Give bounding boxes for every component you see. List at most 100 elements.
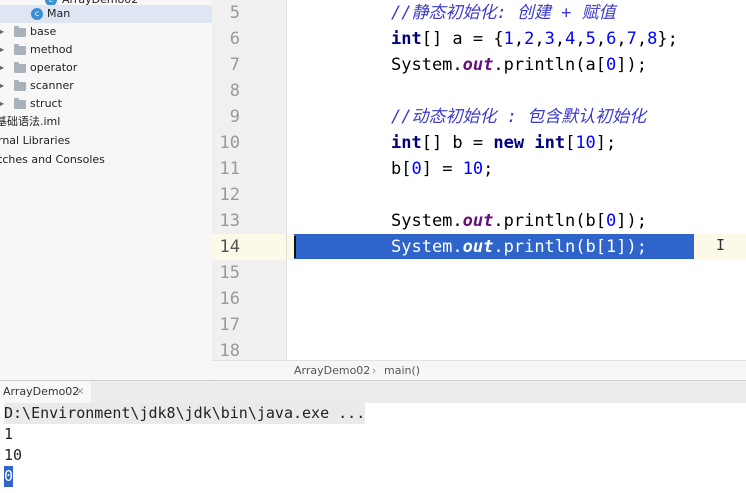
folder-icon [14, 62, 26, 73]
code-line-11: b[0] = 10; [391, 156, 493, 182]
code-line-9-comment: //动态初始化 : 包含默认初始化 [391, 107, 647, 127]
line-number: 5 [229, 3, 240, 23]
line-number: 8 [229, 81, 240, 101]
tree-item-label: Man [47, 7, 71, 20]
chevron-right-icon[interactable]: ▶ [0, 59, 8, 77]
breadcrumb-separator: › [372, 364, 377, 377]
code-token: [] a = { [421, 29, 504, 49]
code-token: 7 [626, 29, 637, 49]
code-token: 10 [575, 133, 596, 153]
code-token: int [391, 29, 422, 49]
code-token: int [391, 133, 422, 153]
run-tab-label: ArrayDemo02 [3, 385, 80, 398]
chevron-right-icon[interactable]: ▶ [0, 41, 8, 59]
code-token: 0 [605, 211, 617, 231]
tree-item-label: tches and Consoles [0, 153, 105, 166]
code-token: System. [391, 237, 463, 257]
project-tool-window: c ArrayDemo02 c Man ▶ base ▶ method ▶ op… [0, 0, 212, 380]
line-number: 16 [219, 289, 240, 309]
chevron-right-icon[interactable]: ▶ [0, 77, 8, 95]
console-output[interactable]: D:\Environment\jdk8\jdk\bin\java.exe ...… [0, 403, 746, 493]
line-number: 17 [219, 315, 240, 335]
tree-item-label: scanner [30, 79, 74, 92]
code-token: new [493, 133, 525, 153]
code-token: 0 [605, 55, 617, 75]
breadcrumb-class[interactable]: ArrayDemo02 [294, 361, 370, 381]
code-token: 5 [585, 29, 596, 49]
code-token: 1 [605, 237, 617, 257]
line-number: 10 [219, 133, 240, 153]
code-token: 0 [411, 159, 422, 179]
code-line-14-selected: System.out.println(b[1]); [391, 234, 647, 260]
code-token: 3 [544, 29, 555, 49]
code-token: [ [565, 133, 576, 153]
code-token: ]); [616, 55, 647, 75]
code-token: .println(a[ [493, 55, 606, 75]
code-token: 1 [503, 29, 514, 49]
console-output-line-selected: 0 [4, 466, 14, 487]
code-line-7: System.out.println(a[0]); [391, 52, 647, 78]
run-tab-arraydemo02[interactable]: ArrayDemo02 × [0, 381, 91, 403]
tree-item-external-libraries[interactable]: rnal Libraries [0, 132, 70, 150]
text-cursor-icon: I [716, 236, 726, 254]
tree-item-scratches[interactable]: tches and Consoles [0, 151, 105, 169]
breadcrumb: ArrayDemo02 › main() [212, 360, 746, 381]
tree-item-iml-file[interactable]: 基础语法.iml [0, 113, 60, 131]
close-icon[interactable]: × [76, 381, 84, 403]
code-token: ] = [421, 159, 463, 179]
folder-icon [14, 44, 26, 55]
code-token: ; [483, 159, 494, 179]
code-token: 10 [462, 159, 484, 179]
code-token: .println(b[ [493, 237, 606, 257]
line-number: 11 [219, 159, 240, 179]
code-token: System. [391, 55, 463, 75]
console-command-line: D:\Environment\jdk8\jdk\bin\java.exe ... [4, 403, 366, 424]
tree-item-label: 基础语法.iml [0, 115, 61, 128]
line-number: 9 [229, 107, 240, 127]
line-number: 12 [219, 185, 240, 205]
code-line-13: System.out.println(b[0]); [391, 208, 647, 234]
tree-item-label: base [30, 25, 57, 38]
code-token: 6 [606, 29, 617, 49]
code-token: out [462, 55, 494, 75]
code-token: 8 [647, 29, 658, 49]
code-token: [] b = [421, 133, 494, 153]
code-token: ]); [616, 211, 647, 231]
run-tool-tab-bar: ArrayDemo02 × [0, 380, 746, 404]
code-token: out [462, 237, 494, 257]
text-caret [294, 236, 296, 258]
line-number-current: 14 [219, 237, 240, 257]
breadcrumb-method[interactable]: main() [384, 361, 420, 381]
line-number: 6 [229, 29, 240, 49]
code-token: 2 [524, 29, 535, 49]
code-line-6: int[] a = {1,2,3,4,5,6,7,8}; [391, 29, 678, 49]
line-number: 15 [219, 263, 240, 283]
code-token: .println(b[ [493, 211, 606, 231]
folder-icon [14, 98, 26, 109]
folder-icon [14, 80, 26, 91]
tree-item-label: method [30, 43, 73, 56]
code-token: System. [391, 211, 463, 231]
tree-item-scanner[interactable]: ▶ scanner [0, 77, 212, 95]
tree-item-man[interactable]: c Man [0, 5, 212, 23]
code-token: b[ [391, 159, 412, 179]
gutter-divider [286, 0, 287, 360]
class-icon: c [31, 8, 43, 20]
code-line-10: int[] b = new int[10]; [391, 130, 616, 156]
chevron-right-icon[interactable]: ▶ [0, 95, 8, 113]
code-token: int [534, 133, 566, 153]
code-token: }; [657, 29, 678, 49]
tree-item-label: operator [30, 61, 78, 74]
tree-item-operator[interactable]: ▶ operator [0, 59, 212, 77]
code-token: 4 [565, 29, 576, 49]
tree-item-base[interactable]: ▶ base [0, 23, 212, 41]
tree-item-method[interactable]: ▶ method [0, 41, 212, 59]
folder-icon [14, 26, 26, 37]
code-line-5-comment: //静态初始化: 创建 + 赋值 [391, 3, 616, 23]
tree-item-struct[interactable]: ▶ struct [0, 95, 212, 113]
chevron-right-icon[interactable]: ▶ [0, 23, 8, 41]
code-token: ]); [616, 237, 647, 257]
code-token: ]; [595, 133, 617, 153]
tree-item-label: rnal Libraries [0, 134, 71, 147]
console-output-line: 1 [4, 425, 14, 443]
